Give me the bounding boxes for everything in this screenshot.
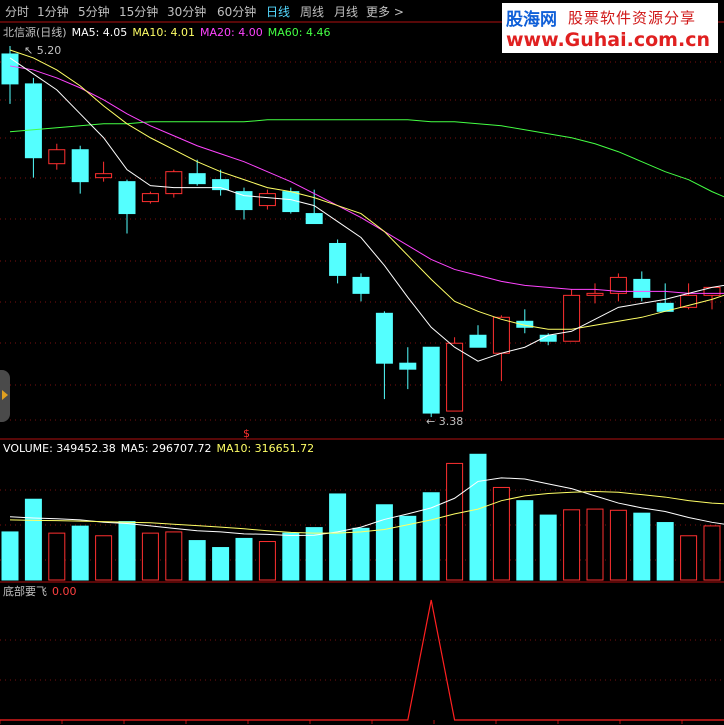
tab-0[interactable]: 分时 [5,3,29,20]
tab-3[interactable]: 15分钟 [119,3,158,20]
volume-legend-0: VOLUME: 349452.38 [3,442,116,455]
volume-bar [446,462,464,581]
logo-slogan: 股票软件资源分享 [568,9,697,27]
volume-bar [352,527,370,581]
ma5-line [9,57,724,362]
candle-body [71,149,89,183]
volume-bar [165,531,183,581]
candle-body [329,242,347,276]
volume-bar [680,535,698,581]
candle-body [422,346,440,414]
ma-legend-0: MA5: 4.05 [71,26,128,39]
volume-bar [492,486,510,581]
candle-body [48,149,66,165]
volume-bar [375,504,393,581]
tab-4[interactable]: 30分钟 [167,3,206,20]
watermark-logo: 股海网 股票软件资源分享 www.Guhai.com.cn [502,3,718,53]
candle-body [352,276,370,294]
volume-bar [563,509,581,581]
tab-1[interactable]: 1分钟 [37,3,69,20]
volume-bar [586,508,604,581]
tab-7[interactable]: 周线 [300,3,324,20]
volume-bar [235,537,253,581]
ma60-line [9,119,724,198]
ma20-line [9,65,724,294]
indicator-legend: 底部要飞 0.00 [3,583,82,599]
candle-body [95,173,113,179]
price-legend: 北信源(日线) MA5: 4.05 MA10: 4.01 MA20: 4.00 MA60… [3,24,340,40]
candle-body [258,193,276,207]
volume-bar [329,493,347,581]
volume-bar [258,541,276,581]
candle-body [469,334,487,348]
volume-legend-2: MA10: 316651.72 [216,442,315,455]
logo-url: www.Guhai.com.cn [506,29,710,51]
candle-body [446,342,464,412]
indicator-line [0,599,724,721]
indicator-value: 0.00 [52,585,77,598]
high-price-label: ↖ 5.20 [24,44,61,57]
candle-body [141,193,159,203]
arrow-right-icon [2,390,8,400]
logo-brand: 股海网 [506,10,557,30]
candle-body [375,312,393,364]
ma-legend-1: MA10: 4.01 [132,26,196,39]
volume-bar [633,512,651,581]
volume-bar [118,521,136,581]
signal-marker: $ [243,427,250,440]
candle-body [188,173,206,185]
tab-2[interactable]: 5分钟 [78,3,110,20]
candle-body [563,294,581,342]
stock-chart: ↖ 5.20 ← 3.38 $ [0,21,724,724]
volume-bar [1,531,19,581]
tab-5[interactable]: 60分钟 [217,3,256,20]
volume-bar [48,532,66,581]
volume-bar [516,500,534,581]
ma-legend-3: MA60: 4.46 [267,26,331,39]
volume-bar [95,535,113,581]
indicator-title: 底部要飞 [3,585,47,598]
tab-6[interactable]: 日线 [266,3,290,20]
candle-body [24,83,42,159]
candle-body [633,278,651,298]
candle-body [235,191,253,211]
tab-8[interactable]: 月线 [334,3,358,20]
volume-bar [656,522,674,581]
candle-body [118,181,136,215]
tab-9[interactable]: 更多 > [366,3,404,20]
volume-bar [703,525,721,581]
volume-legend-1: MA5: 296707.72 [120,442,212,455]
volume-bar [609,509,627,581]
candle-body [492,316,510,354]
volume-bar [539,514,557,581]
candle-body [282,191,300,213]
volume-bar [24,498,42,581]
volume-bar [212,547,230,581]
volume-bar [282,532,300,581]
volume-bar [188,540,206,581]
low-price-label: ← 3.38 [426,415,463,428]
ma-legend-2: MA20: 4.00 [200,26,263,39]
candle-body [586,292,604,296]
candle-body [305,213,323,225]
volume-bar [141,532,159,581]
stock-title: 北信源(日线) [3,26,67,39]
volume-bar [71,525,89,581]
volume-bar [469,453,487,581]
volume-legend: VOLUME: 349452.38 MA5: 296707.72 MA10: 316… [3,442,324,455]
candle-body [399,362,417,370]
candle-body [165,171,183,195]
side-collapse-handle[interactable] [0,370,10,422]
